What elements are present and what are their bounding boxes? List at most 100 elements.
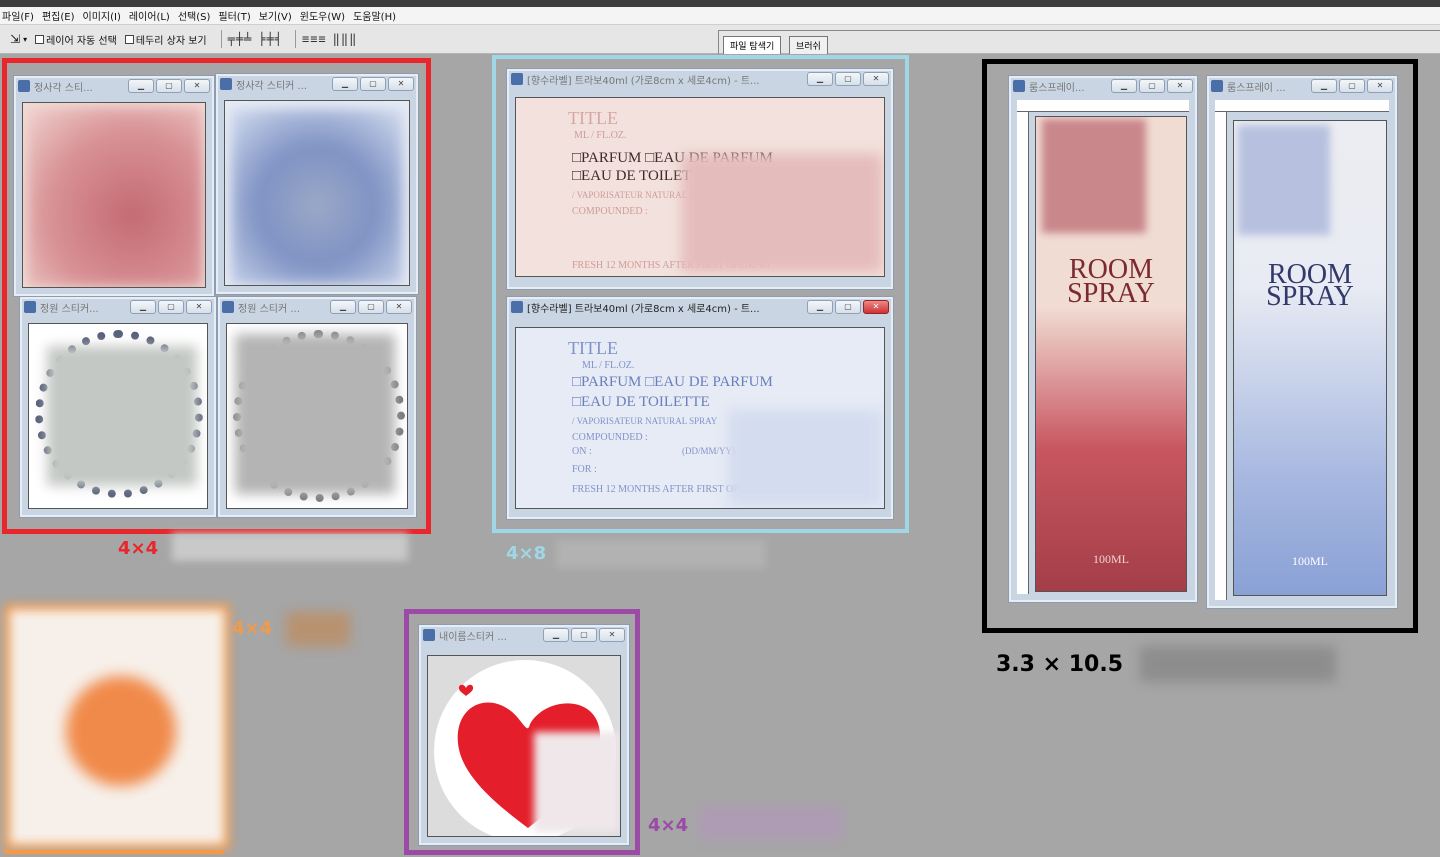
panel-dock: 파일 탐색기 브러쉬 <box>718 30 1440 54</box>
maximize-button[interactable]: ▢ <box>1139 79 1165 93</box>
minimize-button[interactable]: ▁ <box>543 628 569 642</box>
window-titlebar[interactable]: [향수라벨] 트라보40ml (가로8cm x 세로4cm) - 트... ▁ ▢ ✕ <box>507 297 893 317</box>
menu-layer[interactable]: 레이어(L) <box>127 8 176 23</box>
close-button[interactable]: ✕ <box>184 79 210 93</box>
menu-select[interactable]: 선택(S) <box>176 8 217 23</box>
maximize-button[interactable]: ▢ <box>358 300 384 314</box>
minimize-button[interactable]: ▁ <box>130 300 156 314</box>
doc-window-circle-1[interactable]: 정원 스티커... ▁ ▢ ✕ <box>19 296 217 518</box>
doc-window-spray-1[interactable]: 룸스프레이... ▁ ▢ ✕ ROOM SPRAY 100ML <box>1008 75 1198 603</box>
checkbox-icon <box>124 34 134 44</box>
vertical-ruler <box>1017 112 1029 594</box>
label-ml: ML / FL.OZ. <box>582 360 635 371</box>
align-top-icons[interactable]: ╤╪╧ <box>228 32 253 46</box>
canvas[interactable] <box>28 323 208 509</box>
app-icon <box>222 301 234 313</box>
distribute-vertical-icons[interactable]: ≡≡≡ <box>302 32 327 46</box>
blurred-artwork <box>27 107 203 287</box>
minimize-button[interactable]: ▁ <box>807 300 833 314</box>
minimize-button[interactable]: ▁ <box>332 77 358 91</box>
window-title: 정사각 스티... <box>34 82 93 94</box>
window-titlebar[interactable]: 정사각 스티... ▁ ▢ ✕ <box>14 76 214 96</box>
blurred-artwork <box>235 334 395 494</box>
window-title: 정원 스티커 ... <box>238 303 300 315</box>
doc-window-circle-2[interactable]: 정원 스티커 ... ▁ ▢ ✕ <box>217 296 417 518</box>
canvas[interactable]: TITLE ML / FL.OZ. □PARFUM □EAU DE PARFUM… <box>515 327 885 509</box>
canvas[interactable] <box>427 655 621 837</box>
doc-window-label-1[interactable]: [향수라벨] 트라보40ml (가로8cm x 세로4cm) - 트... ▁ ▢ ✕… <box>506 68 894 290</box>
doc-window-name-sticker[interactable]: 내이름스티커 ... ▁ ▢ ✕ <box>418 624 630 846</box>
minimize-button[interactable]: ▁ <box>807 72 833 86</box>
close-button[interactable]: ✕ <box>599 628 625 642</box>
close-button[interactable]: ✕ <box>1167 79 1193 93</box>
blurred-caption <box>172 533 408 561</box>
horizontal-ruler <box>1017 100 1189 112</box>
move-tool-icon[interactable]: ⇲ ▾ <box>10 32 27 46</box>
close-button[interactable]: ✕ <box>863 72 889 86</box>
blurred-artwork <box>1042 119 1146 233</box>
doc-window-square-1[interactable]: 정사각 스티... ▁ ▢ ✕ <box>13 75 215 297</box>
menu-edit[interactable]: 편집(E) <box>40 8 81 23</box>
maximize-button[interactable]: ▢ <box>360 77 386 91</box>
menu-filter[interactable]: 필터(T) <box>216 8 256 23</box>
canvas[interactable] <box>224 100 410 286</box>
canvas[interactable]: ROOM SPRAY 100ML <box>1233 120 1387 596</box>
blurred-caption <box>698 806 844 840</box>
maximize-button[interactable]: ▢ <box>156 79 182 93</box>
close-button[interactable]: ✕ <box>388 77 414 91</box>
size-label-red: 4×4 <box>118 538 159 559</box>
canvas[interactable] <box>226 323 408 509</box>
window-titlebar[interactable]: 내이름스티커 ... ▁ ▢ ✕ <box>419 625 629 645</box>
vertical-ruler <box>1215 112 1227 600</box>
close-button[interactable]: ✕ <box>863 300 889 314</box>
maximize-button[interactable]: ▢ <box>1339 79 1365 93</box>
blurred-artwork <box>682 154 882 272</box>
window-titlebar[interactable]: 룸스프레이 ... ▁ ▢ ✕ <box>1207 76 1397 96</box>
window-titlebar[interactable]: 정사각 스티커 ... ▁ ▢ ✕ <box>216 74 418 94</box>
canvas[interactable] <box>22 102 206 288</box>
close-button[interactable]: ✕ <box>386 300 412 314</box>
window-titlebar[interactable]: 정원 스티커... ▁ ▢ ✕ <box>20 297 216 317</box>
tab-brush[interactable]: 브러쉬 <box>789 36 828 54</box>
menu-image[interactable]: 이미지(I) <box>81 8 127 23</box>
size-label-orange: 4×4 <box>232 618 273 639</box>
menu-window[interactable]: 윈도우(W) <box>298 8 351 23</box>
menu-view[interactable]: 보기(V) <box>257 8 298 23</box>
label-toilette: □EAU DE TOILETTE <box>572 394 710 410</box>
maximize-button[interactable]: ▢ <box>158 300 184 314</box>
minimize-button[interactable]: ▁ <box>330 300 356 314</box>
auto-select-checkbox[interactable]: 레이어 자동 선택 <box>35 32 117 47</box>
volume-text: 100ML <box>1093 552 1129 566</box>
minimize-button[interactable]: ▁ <box>1111 79 1137 93</box>
maximize-button[interactable]: ▢ <box>835 72 861 86</box>
maximize-button[interactable]: ▢ <box>835 300 861 314</box>
close-button[interactable]: ✕ <box>186 300 212 314</box>
distribute-horizontal-icons[interactable]: ‖‖‖ <box>333 32 358 46</box>
minimize-button[interactable]: ▁ <box>1311 79 1337 93</box>
canvas[interactable]: ROOM SPRAY 100ML <box>1035 116 1187 592</box>
window-titlebar[interactable]: [향수라벨] 트라보40ml (가로8cm x 세로4cm) - 트... ▁ ▢ ✕ <box>507 69 893 89</box>
doc-window-label-2[interactable]: [향수라벨] 트라보40ml (가로8cm x 세로4cm) - 트... ▁ ▢ ✕… <box>506 296 894 520</box>
canvas[interactable]: TITLE ML / FL.OZ. □PARFUM □EAU DE PARFUM… <box>515 97 885 277</box>
orange-frame-edge <box>4 850 224 854</box>
app-icon <box>24 301 36 313</box>
tab-file-explorer[interactable]: 파일 탐색기 <box>723 36 782 54</box>
size-label-black: 3.3 × 10.5 <box>996 652 1124 677</box>
bbox-label: 테두리 상자 보기 <box>135 35 207 47</box>
title-strip <box>0 0 1440 7</box>
window-titlebar[interactable]: 룸스프레이... ▁ ▢ ✕ <box>1009 76 1197 96</box>
close-button[interactable]: ✕ <box>1367 79 1393 93</box>
blurred-caption <box>556 540 766 568</box>
window-titlebar[interactable]: 정원 스티커 ... ▁ ▢ ✕ <box>218 297 416 317</box>
window-title: 정원 스티커... <box>40 303 99 315</box>
label-compounded: COMPOUNDED : <box>572 432 648 443</box>
align-left-icons[interactable]: ╞╪╡ <box>258 32 283 46</box>
bbox-checkbox[interactable]: 테두리 상자 보기 <box>124 32 207 47</box>
doc-window-spray-2[interactable]: 룸스프레이 ... ▁ ▢ ✕ ROOM SPRAY 100ML <box>1206 75 1398 609</box>
minimize-button[interactable]: ▁ <box>128 79 154 93</box>
menu-file[interactable]: 파일(F) <box>0 8 40 23</box>
menu-help[interactable]: 도움말(H) <box>351 8 402 23</box>
app-icon <box>1211 80 1223 92</box>
doc-window-square-2[interactable]: 정사각 스티커 ... ▁ ▢ ✕ <box>215 73 419 295</box>
maximize-button[interactable]: ▢ <box>571 628 597 642</box>
